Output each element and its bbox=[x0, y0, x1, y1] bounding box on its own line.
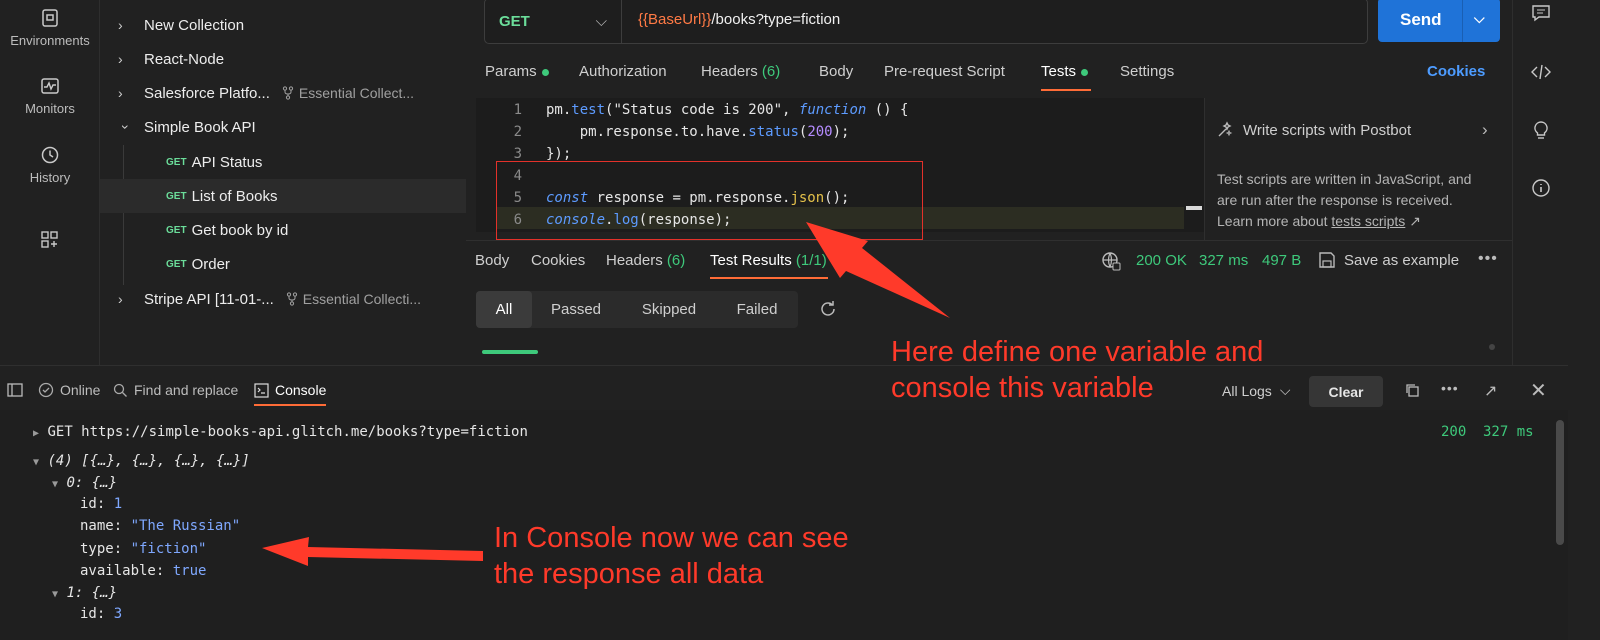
arrow-bottom bbox=[262, 537, 483, 566]
annotation-arrows bbox=[262, 222, 950, 566]
arrow-top bbox=[806, 222, 950, 318]
